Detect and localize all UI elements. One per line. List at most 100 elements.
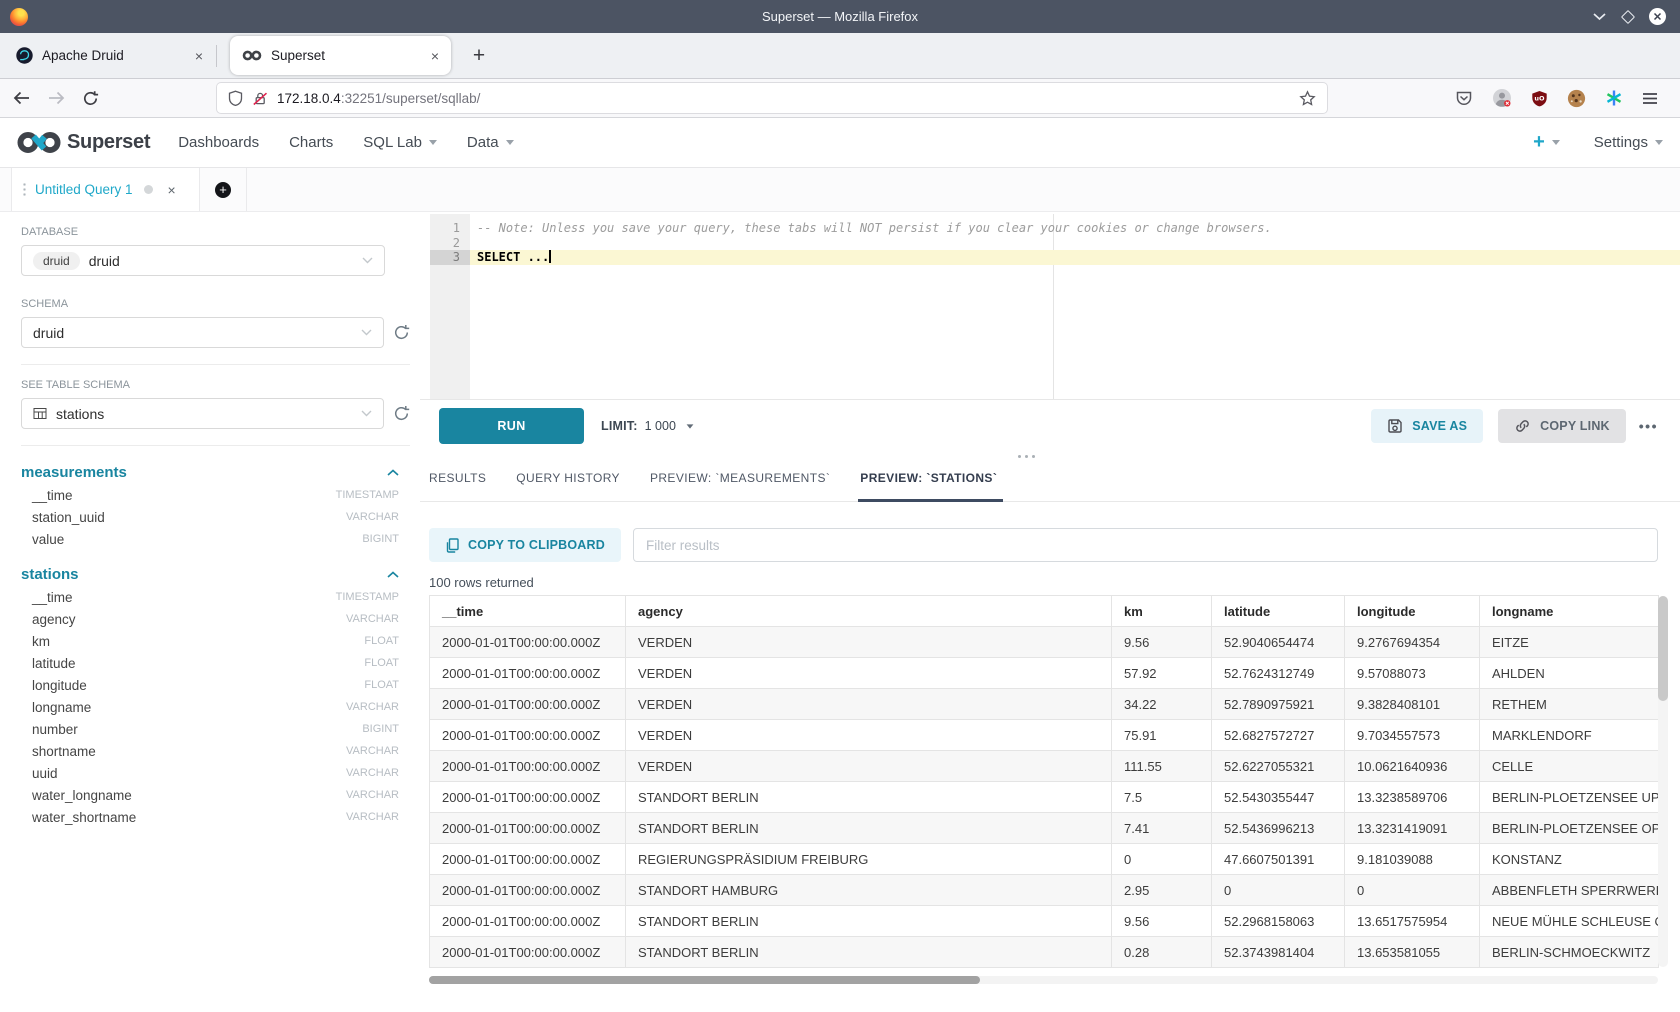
cell-longitude: 9.181039088 [1345, 844, 1480, 875]
tab-separator [216, 45, 217, 67]
new-query-tab-button[interactable]: + [200, 168, 247, 211]
drag-handle-icon[interactable] [23, 182, 26, 198]
chevron-down-icon [362, 257, 373, 264]
nav-data[interactable]: Data [467, 134, 514, 151]
pane-splitter-handle[interactable] [1018, 455, 1035, 458]
vertical-scrollbar-thumb[interactable] [1658, 596, 1668, 701]
tracking-shield-icon[interactable] [228, 90, 243, 106]
cell-longname: EITZE [1480, 627, 1659, 658]
window-close-button[interactable] [1649, 8, 1666, 25]
line-number: 2 [430, 236, 470, 251]
table-section-measurements[interactable]: measurements [21, 460, 410, 484]
column-type: VARCHAR [346, 701, 399, 713]
caret-down-icon [686, 424, 693, 428]
table-header-cell[interactable]: __time [430, 596, 626, 627]
table-select[interactable]: stations [21, 398, 384, 429]
cell-km: 0.28 [1112, 937, 1212, 968]
query-tab-close-icon[interactable]: × [168, 182, 176, 198]
menu-hamburger-icon[interactable] [1642, 92, 1658, 105]
column-row: longname VARCHAR [21, 696, 410, 718]
browser-tab-superset[interactable]: Superset × [230, 36, 451, 75]
url-bar[interactable]: 172.18.0.4:32251/superset/sqllab/ [217, 83, 1327, 113]
copy-to-clipboard-button[interactable]: COPY TO CLIPBOARD [429, 528, 621, 562]
database-select[interactable]: druid druid [21, 245, 385, 276]
horizontal-scrollbar[interactable] [429, 976, 1658, 984]
extension-sparkle-icon[interactable] [1605, 89, 1623, 107]
schema-select[interactable]: druid [21, 317, 384, 348]
brand-name[interactable]: Superset [67, 131, 150, 154]
cell-longname: MARKLENDORF [1480, 720, 1659, 751]
cell-longname: RETHEM [1480, 689, 1659, 720]
table-header-cell[interactable]: latitude [1212, 596, 1345, 627]
tab-preview-measurements[interactable]: PREVIEW: `MEASUREMENTS` [650, 471, 830, 501]
chevron-up-icon[interactable] [387, 571, 399, 578]
nav-sql-lab[interactable]: SQL Lab [363, 134, 437, 151]
schema-label: SCHEMA [21, 298, 410, 310]
nav-dashboards[interactable]: Dashboards [178, 134, 259, 151]
column-type: BIGINT [362, 533, 399, 545]
window-maximize-button[interactable] [1621, 9, 1635, 23]
browser-tab-druid[interactable]: Apache Druid × [4, 36, 215, 75]
sql-code-editor[interactable]: 1 2 3 -- Note: Unless you save your quer… [420, 214, 1680, 400]
tab-close-icon[interactable]: × [195, 48, 203, 64]
nav-charts[interactable]: Charts [289, 134, 333, 151]
superset-navbar: Superset Dashboards Charts SQL Lab Data … [0, 118, 1680, 168]
cell-longname: BERLIN-SCHMOECKWITZ [1480, 937, 1659, 968]
bookmark-star-icon[interactable] [1299, 90, 1316, 106]
cell-km: 7.5 [1112, 782, 1212, 813]
forward-button[interactable] [47, 90, 66, 106]
table-header-cell[interactable]: longname [1480, 596, 1659, 627]
cell-km: 0 [1112, 844, 1212, 875]
settings-menu[interactable]: Settings [1594, 134, 1663, 151]
save-as-button[interactable]: SAVE AS [1371, 409, 1483, 443]
table-section-stations[interactable]: stations [21, 562, 410, 586]
window-minimize-button[interactable] [1592, 12, 1607, 21]
cell-latitude: 52.7890975921 [1212, 689, 1345, 720]
tab-results[interactable]: RESULTS [429, 471, 486, 501]
back-button[interactable] [12, 90, 31, 106]
limit-value: 1 000 [645, 419, 676, 433]
run-button[interactable]: RUN [439, 408, 584, 444]
tab-query-history[interactable]: QUERY HISTORY [516, 471, 620, 501]
cookie-icon[interactable] [1567, 89, 1586, 108]
table-row: 2000-01-01T00:00:00.000Z REGIERUNGSPRÄSI… [430, 844, 1659, 875]
column-row: shortname VARCHAR [21, 740, 410, 762]
copy-link-button[interactable]: COPY LINK [1498, 409, 1626, 443]
table-header-cell[interactable]: km [1112, 596, 1212, 627]
reload-button[interactable] [82, 90, 99, 107]
query-tab-active[interactable]: Untitled Query 1 × [11, 168, 200, 211]
refresh-table-icon[interactable] [393, 405, 410, 422]
refresh-schema-icon[interactable] [393, 324, 410, 341]
pocket-icon[interactable] [1455, 90, 1473, 107]
column-type: TIMESTAMP [336, 591, 399, 603]
chevron-up-icon[interactable] [387, 469, 399, 476]
results-table-zone: __time agency km latitude longitude long… [429, 595, 1658, 968]
table-row: 2000-01-01T00:00:00.000Z VERDEN 75.91 52… [430, 720, 1659, 751]
more-options-button[interactable]: ••• [1639, 418, 1658, 434]
editor-code-area[interactable]: -- Note: Unless you save your query, the… [470, 214, 1680, 399]
filter-results-input[interactable] [633, 528, 1658, 562]
column-row: latitude FLOAT [21, 652, 410, 674]
column-row: number BIGINT [21, 718, 410, 740]
cell-time: 2000-01-01T00:00:00.000Z [430, 875, 626, 906]
cell-time: 2000-01-01T00:00:00.000Z [430, 751, 626, 782]
cell-longitude: 9.57088073 [1345, 658, 1480, 689]
vertical-scrollbar[interactable] [1658, 596, 1668, 967]
window-title: Superset — Mozilla Firefox [0, 9, 1680, 24]
table-header-cell[interactable]: longitude [1345, 596, 1480, 627]
cell-time: 2000-01-01T00:00:00.000Z [430, 782, 626, 813]
ublock-icon[interactable]: uO [1531, 90, 1548, 107]
insecure-lock-icon[interactable] [252, 91, 268, 106]
column-type: TIMESTAMP [336, 489, 399, 501]
limit-dropdown[interactable]: LIMIT: 1 000 [601, 419, 694, 433]
new-tab-button[interactable]: + [464, 44, 494, 68]
horizontal-scrollbar-thumb[interactable] [429, 976, 980, 984]
add-new-button[interactable]: + [1533, 131, 1560, 154]
cell-longname: KONSTANZ [1480, 844, 1659, 875]
chevron-down-icon [361, 410, 372, 417]
cell-km: 34.22 [1112, 689, 1212, 720]
tab-preview-stations[interactable]: PREVIEW: `STATIONS` [860, 471, 997, 501]
table-header-cell[interactable]: agency [626, 596, 1112, 627]
tab-close-icon[interactable]: × [431, 48, 439, 64]
account-icon[interactable] [1492, 88, 1512, 108]
